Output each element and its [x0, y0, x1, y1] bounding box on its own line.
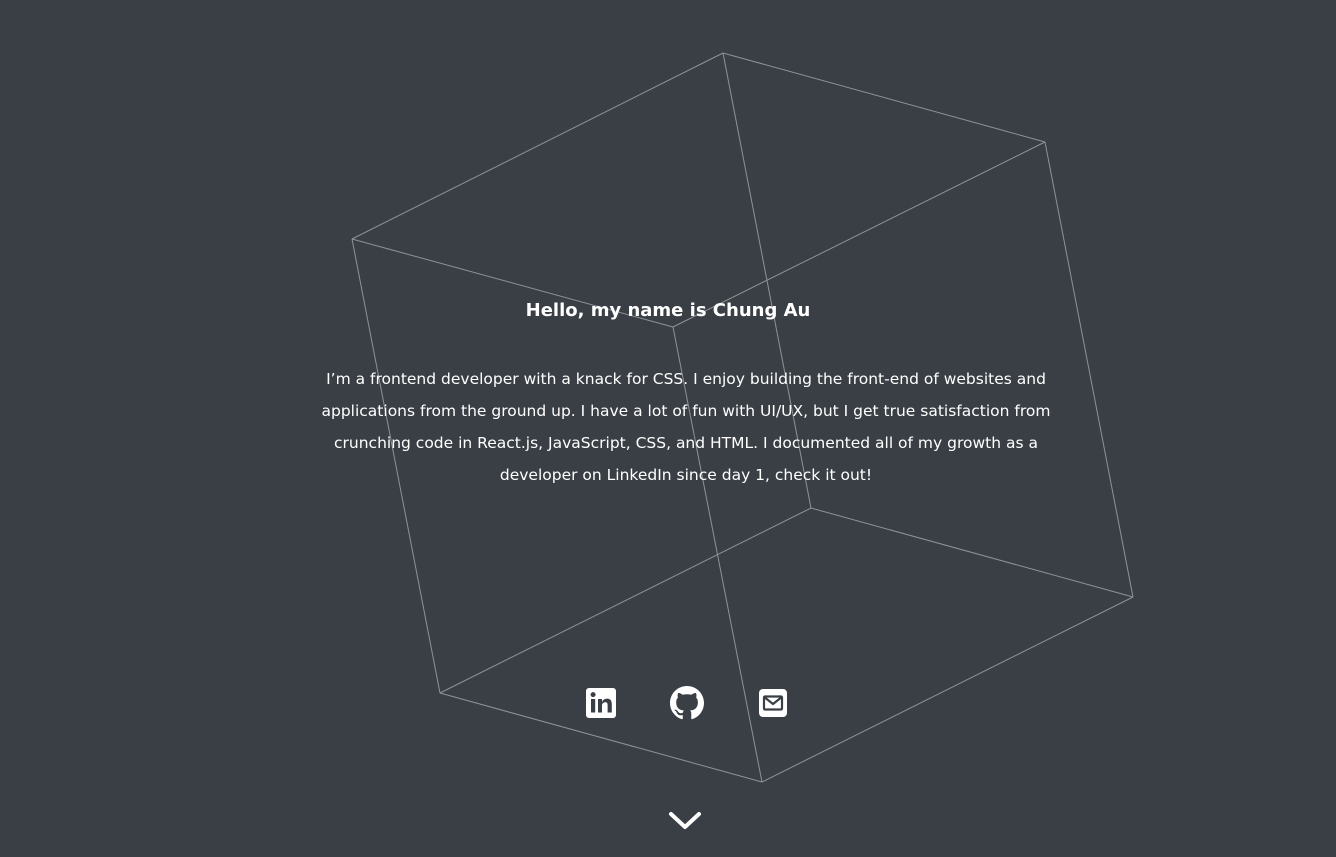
github-link[interactable]	[670, 686, 704, 720]
github-icon	[670, 686, 704, 720]
linkedin-link[interactable]	[584, 686, 618, 720]
chevron-down-icon	[669, 812, 701, 829]
cube-edge	[439, 507, 812, 694]
bio-paragraph: I’m a frontend developer with a knack fo…	[321, 370, 1051, 484]
hero-section: Hello, my name is Chung Au I’m a fronten…	[0, 0, 1336, 857]
social-links	[0, 686, 1336, 720]
linkedin-icon	[586, 688, 616, 718]
cube-edge	[351, 52, 724, 240]
envelope-icon	[759, 689, 787, 717]
cube-edge	[810, 507, 1134, 598]
cube-edge	[722, 52, 1046, 143]
email-link[interactable]	[756, 686, 790, 720]
scroll-down-button[interactable]	[667, 808, 703, 834]
page-title: Hello, my name is Chung Au	[525, 300, 811, 321]
